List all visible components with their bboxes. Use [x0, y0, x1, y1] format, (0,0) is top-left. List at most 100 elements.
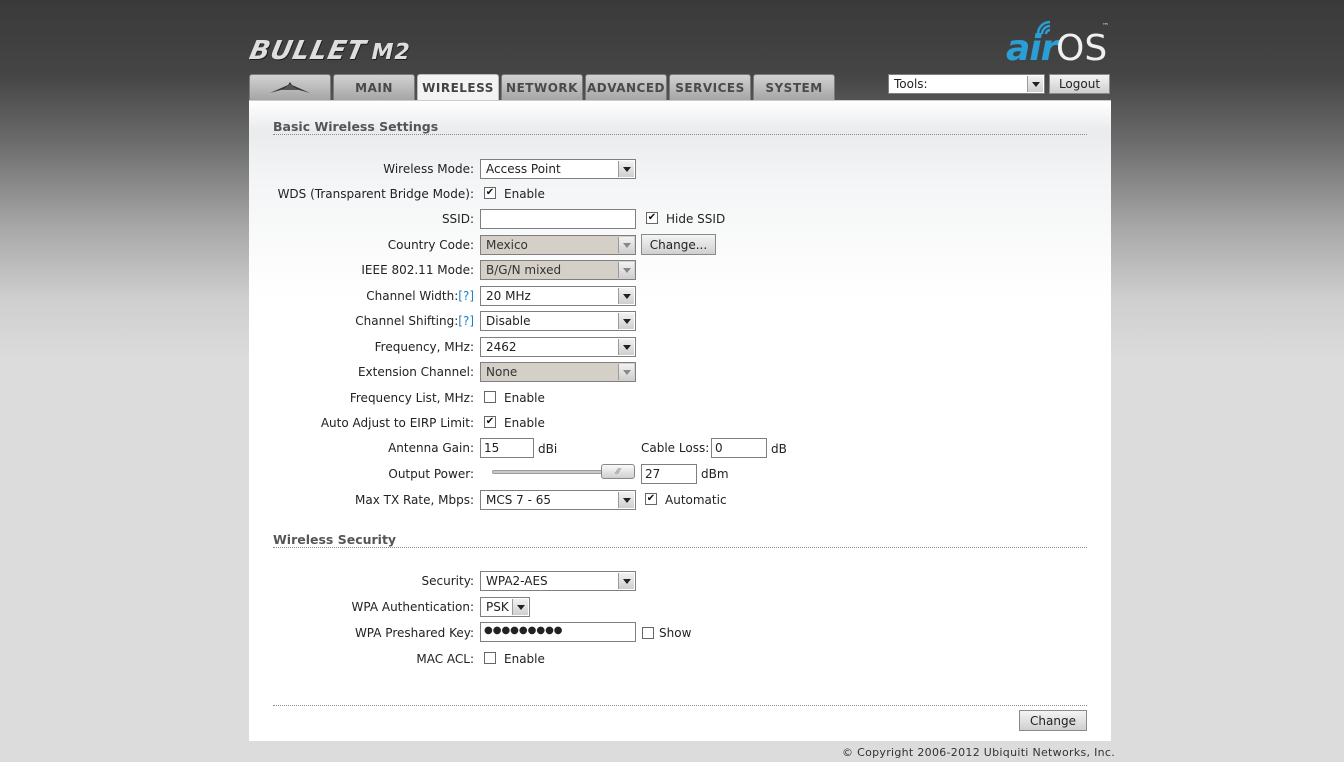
show-key-checkbox[interactable] — [642, 627, 654, 639]
channel-shifting-select[interactable]: Disable — [480, 311, 636, 331]
max-tx-rate-select[interactable]: MCS 7 - 65 — [480, 490, 636, 510]
output-power-unit: dBm — [701, 467, 729, 481]
wireless-security-title: Wireless Security — [273, 532, 397, 547]
main-tabs: MAIN WIRELESS NETWORK ADVANCED SERVICES … — [249, 74, 835, 101]
hide-ssid-text: Hide SSID — [666, 212, 726, 226]
channel-shifting-label: Channel Shifting:[?] — [355, 314, 474, 328]
security-value: WPA2-AES — [486, 574, 548, 588]
model-name: M2 — [368, 40, 414, 65]
security-label: Security: — [421, 574, 474, 588]
ubiquiti-logo-icon — [270, 81, 310, 93]
cable-loss-input[interactable]: 0 — [711, 438, 767, 458]
wds-enable-text: Enable — [504, 187, 545, 201]
wpa-preshared-key-label: WPA Preshared Key: — [354, 626, 474, 640]
ieee-mode-value: B/G/N mixed — [486, 263, 562, 277]
frequency-list-enable-text: Enable — [504, 391, 545, 405]
auto-adjust-enable-text: Enable — [504, 416, 545, 430]
auto-adjust-eirp-checkbox[interactable]: ✔ — [484, 416, 496, 428]
wireless-mode-select[interactable]: Access Point — [480, 159, 636, 179]
show-key-text: Show — [659, 626, 692, 640]
chevron-down-icon — [618, 364, 634, 380]
airos-logo: air OS ™ — [1006, 18, 1116, 69]
extension-channel-label: Extension Channel: — [357, 365, 474, 379]
extension-channel-select: None — [480, 362, 636, 382]
ieee-mode-label: IEEE 802.11 Mode: — [361, 263, 474, 277]
tab-network[interactable]: NETWORK — [501, 74, 583, 100]
max-tx-rate-value: MCS 7 - 65 — [486, 493, 552, 507]
channel-shifting-label-text: Channel Shifting: — [355, 314, 459, 328]
mac-acl-label: MAC ACL: — [416, 652, 474, 666]
tab-advanced[interactable]: ADVANCED — [585, 74, 667, 100]
tab-ubiquiti-home[interactable] — [249, 74, 331, 100]
security-select[interactable]: WPA2-AES — [480, 571, 636, 591]
airos-os-text: OS — [1056, 28, 1108, 69]
frequency-select[interactable]: 2462 — [480, 337, 636, 357]
mac-acl-checkbox[interactable] — [484, 652, 496, 664]
wireless-settings-panel: Basic Wireless Settings Wireless Mode: A… — [249, 100, 1111, 741]
chevron-down-icon — [618, 313, 634, 329]
chevron-down-icon — [618, 237, 634, 253]
wpa-preshared-key-input[interactable]: ●●●●●●●●● — [480, 622, 636, 642]
cable-loss-unit: dB — [771, 442, 787, 456]
antenna-gain-label: Antenna Gain: — [388, 441, 474, 455]
wds-enable-checkbox[interactable]: ✔ — [484, 187, 496, 199]
tab-services[interactable]: SERVICES — [669, 74, 751, 100]
channel-width-label-text: Channel Width: — [366, 289, 459, 303]
chevron-down-icon — [618, 288, 634, 304]
logout-button[interactable]: Logout — [1049, 74, 1110, 94]
output-power-input[interactable]: 27 — [641, 464, 697, 484]
channel-width-value: 20 MHz — [486, 289, 531, 303]
wpa-authentication-value: PSK — [486, 600, 509, 614]
chevron-down-icon — [618, 161, 634, 177]
chevron-down-icon — [618, 262, 634, 278]
chevron-down-icon — [618, 339, 634, 355]
tab-wireless[interactable]: WIRELESS — [417, 74, 499, 101]
channel-shifting-value: Disable — [486, 314, 531, 328]
airos-air-text: air — [1006, 28, 1058, 69]
country-code-select: Mexico — [480, 235, 636, 255]
basic-wireless-settings-title: Basic Wireless Settings — [273, 119, 439, 134]
wireless-mode-label: Wireless Mode: — [383, 162, 474, 176]
antenna-gain-input[interactable]: 15 — [480, 438, 534, 458]
frequency-list-label: Frequency List, MHz: — [349, 391, 474, 405]
chevron-down-icon — [618, 492, 634, 508]
wireless-mode-value: Access Point — [486, 162, 561, 176]
channel-width-select[interactable]: 20 MHz — [480, 286, 636, 306]
output-power-label: Output Power: — [388, 467, 474, 481]
section-divider — [273, 134, 1087, 135]
change-button[interactable]: Change — [1019, 710, 1087, 731]
tools-value: Tools: — [894, 77, 928, 91]
antenna-gain-unit: dBi — [538, 442, 558, 456]
ssid-label: SSID: — [441, 212, 474, 226]
tab-system[interactable]: SYSTEM — [753, 74, 835, 100]
wpa-authentication-label: WPA Authentication: — [351, 600, 475, 614]
tools-dropdown[interactable]: Tools: — [888, 74, 1045, 94]
footer-divider — [273, 705, 1087, 706]
max-tx-rate-label: Max TX Rate, Mbps: — [354, 493, 474, 507]
chevron-down-icon[interactable] — [1027, 76, 1043, 92]
country-code-value: Mexico — [486, 238, 528, 252]
tab-main[interactable]: MAIN — [333, 74, 415, 100]
wds-label: WDS (Transparent Bridge Mode): — [277, 187, 474, 201]
chevron-down-icon — [512, 599, 528, 615]
output-power-slider-handle[interactable]: ⁄⁄⁄ — [601, 464, 635, 479]
auto-adjust-eirp-label: Auto Adjust to EIRP Limit: — [320, 416, 474, 430]
extension-channel-value: None — [486, 365, 518, 379]
wpa-authentication-select[interactable]: PSK — [480, 597, 530, 617]
copyright-text: © Copyright 2006-2012 Ubiquiti Networks,… — [842, 746, 1116, 759]
mac-acl-enable-text: Enable — [504, 652, 545, 666]
cable-loss-label: Cable Loss: — [641, 441, 710, 455]
hide-ssid-checkbox[interactable]: ✔ — [646, 212, 658, 224]
country-change-button[interactable]: Change... — [641, 234, 716, 255]
chevron-down-icon — [618, 573, 634, 589]
max-tx-automatic-text: Automatic — [665, 493, 727, 507]
country-code-label: Country Code: — [387, 238, 474, 252]
channel-width-help-link[interactable]: [?] — [458, 289, 474, 303]
trademark-symbol: ™ — [1102, 22, 1109, 30]
ssid-input[interactable] — [480, 209, 636, 229]
channel-shifting-help-link[interactable]: [?] — [458, 314, 474, 328]
max-tx-automatic-checkbox[interactable]: ✔ — [645, 493, 657, 505]
ieee-mode-select: B/G/N mixed — [480, 260, 636, 280]
frequency-list-checkbox[interactable] — [484, 391, 496, 403]
section-divider — [273, 547, 1087, 548]
